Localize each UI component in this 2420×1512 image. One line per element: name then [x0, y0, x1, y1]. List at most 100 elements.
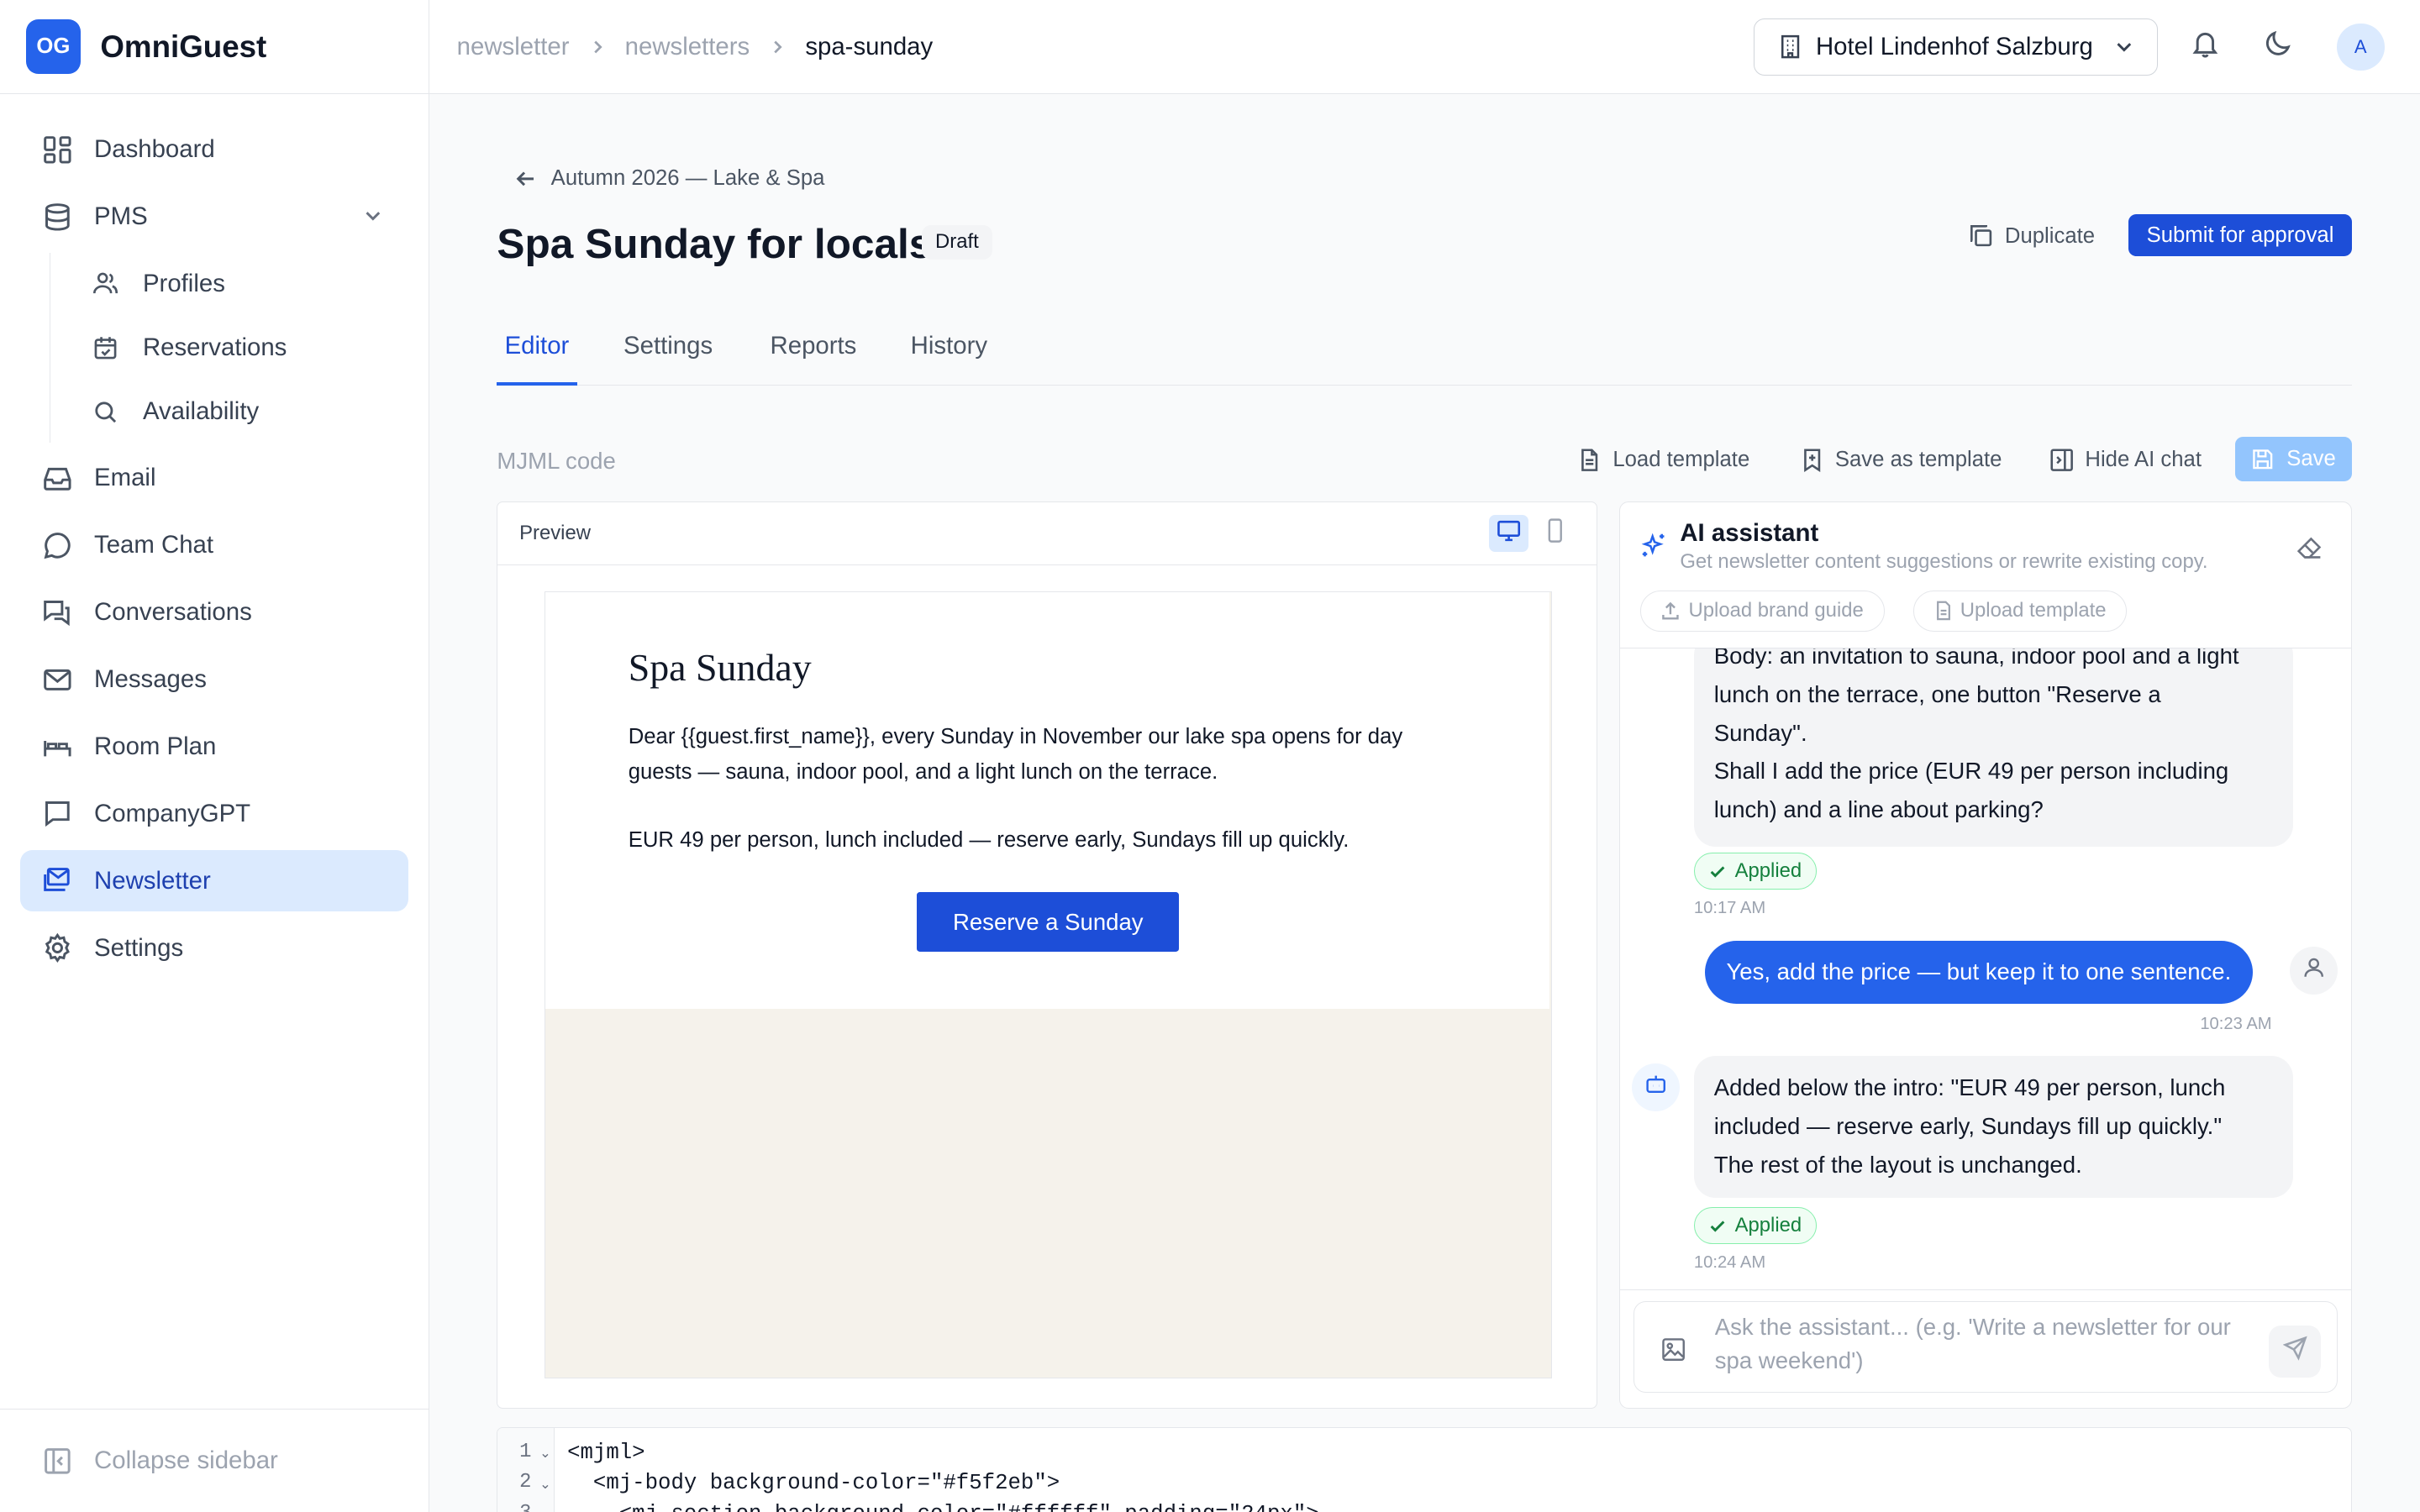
upload-template-button[interactable]: Upload template: [1912, 590, 2128, 633]
message-line: Shall I add the price (EUR 49 per person…: [1713, 758, 2229, 785]
sidebar-item-companygpt[interactable]: CompanyGPT: [20, 783, 408, 844]
sidebar-item-reservations[interactable]: Reservations: [71, 317, 428, 378]
building-icon: [1777, 34, 1803, 60]
sidebar-item-conversations[interactable]: Conversations: [20, 581, 408, 643]
ai-input-box: [1634, 1301, 2338, 1393]
sidebar-item-email[interactable]: Email: [20, 448, 408, 509]
save-as-template-label: Save as template: [1834, 447, 2002, 471]
duplicate-button[interactable]: Duplicate: [1968, 219, 2095, 253]
eraser-icon[interactable]: [2296, 533, 2323, 561]
line-number: 3: [519, 1502, 531, 1512]
chevron-right-icon: [588, 38, 607, 56]
user-avatar: [2289, 946, 2338, 995]
line-number: 2: [519, 1471, 532, 1494]
chat-messages: Body: an invitation to sauna, indoor poo…: [1620, 648, 2351, 1289]
sidebar-item-settings[interactable]: Settings: [20, 917, 408, 979]
ai-prompt-input[interactable]: [1714, 1310, 2240, 1388]
sidebar-item-messages[interactable]: Messages: [20, 648, 408, 710]
fold-chevron-icon[interactable]: ⌄: [539, 1476, 551, 1493]
brand[interactable]: OG OmniGuest: [0, 0, 429, 95]
upload-template-label: Upload template: [1960, 599, 2107, 622]
sidebar-item-newsletter[interactable]: Newsletter: [19, 849, 408, 912]
hide-ai-chat-button[interactable]: Hide AI chat: [2049, 444, 2202, 475]
sidebar-item-profiles[interactable]: Profiles: [71, 253, 428, 314]
breadcrumb-newsletter[interactable]: newsletter: [457, 33, 570, 61]
mjml-code-editor[interactable]: 1 ⌄ 2 ⌄ 3 <mjml> <mj-body background-col…: [497, 1426, 2353, 1512]
collapse-sidebar-label: Collapse sidebar: [94, 1446, 278, 1474]
preview-header: Preview: [497, 502, 1597, 566]
email-cta-button[interactable]: Reserve a Sunday: [917, 891, 1180, 953]
sidebar-item-pms[interactable]: PMS: [20, 186, 408, 247]
page-title: Spa Sunday for locals: [497, 219, 933, 267]
tab-editor[interactable]: Editor: [505, 332, 570, 360]
sidebar-item-label: Room Plan: [94, 732, 217, 760]
collapse-sidebar-button[interactable]: Collapse sidebar: [0, 1408, 429, 1512]
message-line: Body: an invitation to sauna, indoor poo…: [1713, 648, 2239, 669]
theme-toggle-button[interactable]: [2260, 28, 2296, 65]
email-title: Spa Sunday: [628, 645, 812, 689]
sidebar-item-room-plan[interactable]: Room Plan: [20, 716, 408, 777]
email-section: Spa Sunday Dear {{guest.first_name}}, ev…: [544, 592, 1550, 1010]
bot-icon: [1644, 1072, 1668, 1103]
save-icon: [2251, 448, 2275, 471]
brand-name: OmniGuest: [100, 29, 267, 64]
fold-chevron-icon[interactable]: ⌄: [539, 1445, 551, 1462]
user-message: Yes, add the price — but keep it to one …: [1704, 940, 2253, 1004]
image-icon[interactable]: [1660, 1336, 1686, 1362]
breadcrumb-newsletters[interactable]: newsletters: [625, 33, 750, 61]
sidebar-item-dashboard[interactable]: Dashboard: [20, 118, 408, 180]
assistant-message: Added below the intro: "EUR 49 per perso…: [1693, 1056, 2293, 1199]
load-template-button[interactable]: Load template: [1577, 444, 1749, 475]
hotel-select[interactable]: Hotel Lindenhof Salzburg: [1753, 18, 2158, 76]
sidebar: OG OmniGuest Dashboard PMS Profiles Rese…: [0, 0, 429, 1512]
tabs: Editor Settings Reports History: [497, 319, 2353, 386]
message-timestamp: 10:24 AM: [1693, 1253, 1766, 1273]
mobile-view-button[interactable]: [1535, 515, 1576, 552]
back-link[interactable]: Autumn 2026 — Lake & Spa: [515, 166, 824, 191]
smartphone-icon: [1544, 517, 1567, 549]
save-label: Save: [2286, 446, 2336, 470]
sidebar-item-label: Newsletter: [94, 866, 211, 895]
main-content: Autumn 2026 — Lake & Spa Spa Sunday for …: [429, 94, 2420, 1512]
save-button[interactable]: Save: [2234, 436, 2353, 482]
applied-label: Applied: [1734, 1214, 1802, 1237]
status-badge: Draft: [921, 225, 993, 260]
tab-reports[interactable]: Reports: [771, 332, 857, 360]
send-button[interactable]: [2268, 1325, 2322, 1378]
sidebar-nav: Dashboard PMS Profiles Reservations Avai…: [0, 94, 429, 979]
assistant-message: Body: an invitation to sauna, indoor poo…: [1693, 648, 2293, 847]
applied-label: Applied: [1734, 858, 1802, 882]
sidebar-item-availability[interactable]: Availability: [71, 381, 428, 443]
file-icon: [1577, 448, 1602, 472]
submit-for-approval-button[interactable]: Submit for approval: [2128, 214, 2353, 256]
notifications-button[interactable]: [2187, 28, 2224, 65]
moon-icon: [2263, 28, 2294, 66]
tab-settings[interactable]: Settings: [623, 332, 713, 360]
message-line: lunch) and a line about parking?: [1713, 796, 2044, 823]
calendar-check-icon: [91, 333, 122, 364]
collapse-sidebar-icon: [42, 1446, 73, 1477]
upload-brand-guide-label: Upload brand guide: [1688, 599, 1864, 622]
assistant-avatar: [1632, 1063, 1681, 1112]
desktop-view-button[interactable]: [1488, 514, 1529, 552]
mail-icon: [42, 664, 73, 696]
sidebar-item-team-chat[interactable]: Team Chat: [20, 514, 408, 575]
dashboard-icon: [42, 134, 73, 165]
message-line: included — reserve early, Sundays fill u…: [1713, 1112, 2223, 1139]
hotel-select-value: Hotel Lindenhof Salzburg: [1815, 33, 2093, 60]
line-number: 1: [519, 1440, 532, 1463]
sidebar-item-label: Team Chat: [94, 531, 214, 559]
gear-icon: [42, 932, 73, 963]
tab-history[interactable]: History: [911, 332, 987, 360]
duplicate-label: Duplicate: [2004, 223, 2096, 248]
sidebar-item-label: PMS: [94, 202, 148, 231]
upload-brand-guide-button[interactable]: Upload brand guide: [1639, 590, 1885, 633]
load-template-label: Load template: [1612, 447, 1750, 471]
sidebar-item-label: Messages: [94, 665, 207, 693]
email-paragraph-intro: Dear {{guest.first_name}}, every Sunday …: [628, 725, 1403, 785]
code-line: <mj-section background-color="#ffffff" p…: [567, 1502, 1319, 1512]
message-line: The rest of the layout is unchanged.: [1713, 1151, 2082, 1178]
message-timestamp: 10:17 AM: [1693, 898, 1766, 917]
save-as-template-button[interactable]: Save as template: [1800, 444, 2002, 475]
avatar[interactable]: A: [2336, 23, 2385, 71]
